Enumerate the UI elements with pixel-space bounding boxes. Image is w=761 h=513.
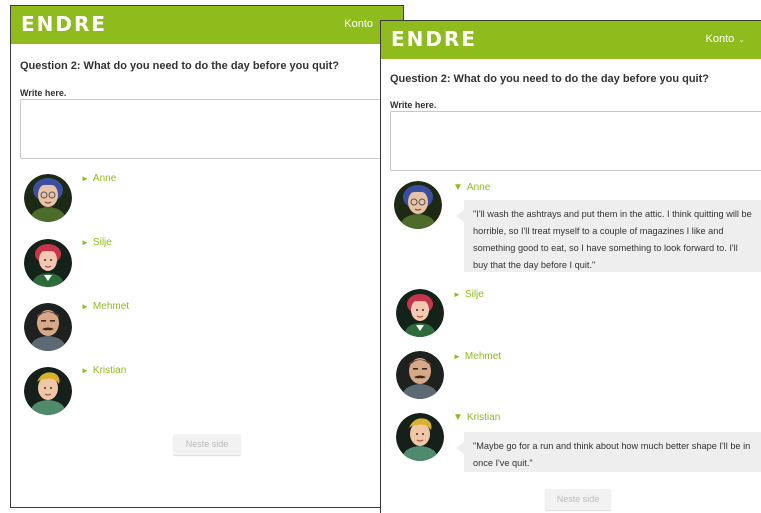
expand-arrow-icon: ► bbox=[453, 352, 461, 361]
kristian-avatar bbox=[396, 413, 444, 461]
anne-avatar bbox=[394, 181, 442, 229]
chevron-down-icon: ⌄ bbox=[738, 35, 745, 44]
silje-avatar bbox=[396, 289, 444, 337]
toggle-anne[interactable]: ▼ Anne bbox=[453, 182, 490, 193]
anne-quote: "I'll wash the ashtrays and put them in … bbox=[456, 200, 761, 272]
toggle-mehmet[interactable]: ► Mehmet bbox=[81, 301, 129, 312]
next-page-button[interactable]: Neste side bbox=[173, 434, 241, 455]
person-name: Anne bbox=[92, 173, 117, 184]
write-label: Write here. bbox=[390, 100, 437, 110]
toggle-silje[interactable]: ► Silje bbox=[453, 289, 484, 300]
mehmet-avatar bbox=[396, 351, 444, 399]
write-label: Write here. bbox=[20, 88, 67, 98]
expand-arrow-icon: ► bbox=[81, 302, 89, 311]
window-expanded: ENDRE Konto ⌄ Question 2: What do you nee… bbox=[380, 20, 761, 513]
next-page-button[interactable]: Neste side bbox=[545, 489, 611, 510]
toggle-anne[interactable]: ► Anne bbox=[81, 173, 116, 184]
account-label: Konto bbox=[344, 18, 373, 30]
collapse-arrow-icon: ▼ bbox=[453, 182, 463, 193]
toggle-kristian[interactable]: ▼ Kristian bbox=[453, 412, 500, 423]
expand-arrow-icon: ► bbox=[81, 174, 89, 183]
app-header: ENDRE Konto ⌄ bbox=[381, 21, 761, 59]
person-name: Mehmet bbox=[92, 301, 130, 312]
account-menu[interactable]: Konto bbox=[344, 18, 373, 30]
collapse-arrow-icon: ▼ bbox=[453, 412, 463, 423]
person-name: Silje bbox=[464, 289, 484, 300]
person-name: Kristian bbox=[466, 412, 501, 423]
person-name: Mehmet bbox=[464, 351, 502, 362]
window-collapsed: ENDRE Konto Question 2: What do you need… bbox=[10, 5, 404, 508]
account-menu[interactable]: Konto ⌄ bbox=[706, 33, 745, 45]
kristian-quote: "Maybe go for a run and think about how … bbox=[456, 432, 761, 472]
expand-arrow-icon: ► bbox=[81, 366, 89, 375]
mehmet-avatar bbox=[24, 303, 72, 351]
anne-avatar bbox=[24, 174, 72, 222]
toggle-mehmet[interactable]: ► Mehmet bbox=[453, 351, 501, 362]
expand-arrow-icon: ► bbox=[81, 238, 89, 247]
toggle-silje[interactable]: ► Silje bbox=[81, 237, 112, 248]
person-name: Silje bbox=[92, 237, 112, 248]
answer-textarea[interactable] bbox=[20, 99, 403, 159]
question-title: Question 2: What do you need to do the d… bbox=[20, 60, 339, 72]
kristian-avatar bbox=[24, 367, 72, 415]
expand-arrow-icon: ► bbox=[453, 290, 461, 299]
toggle-kristian[interactable]: ► Kristian bbox=[81, 365, 126, 376]
endre-logo[interactable]: ENDRE bbox=[21, 12, 107, 36]
question-title: Question 2: What do you need to do the d… bbox=[390, 73, 709, 85]
app-header: ENDRE Konto bbox=[11, 6, 403, 44]
person-name: Anne bbox=[466, 182, 491, 193]
answer-textarea[interactable] bbox=[390, 111, 761, 171]
person-name: Kristian bbox=[92, 365, 127, 376]
account-label: Konto bbox=[705, 33, 735, 45]
endre-logo[interactable]: ENDRE bbox=[391, 27, 477, 51]
silje-avatar bbox=[24, 239, 72, 287]
